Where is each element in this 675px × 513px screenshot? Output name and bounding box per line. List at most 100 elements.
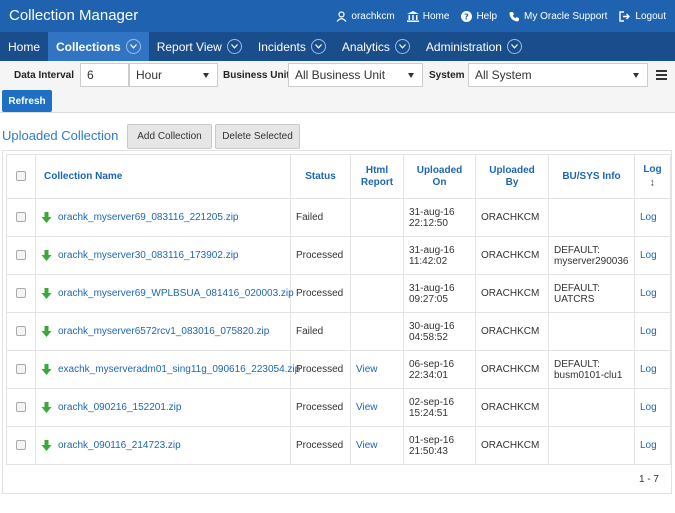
download-arrow-icon[interactable] bbox=[41, 401, 52, 414]
log-link[interactable]: Log bbox=[640, 288, 657, 299]
chevron-down-icon[interactable] bbox=[506, 39, 522, 54]
interval-unit-select[interactable]: Hour bbox=[129, 63, 218, 87]
uploaded-date: 30-aug-16 bbox=[409, 320, 455, 332]
col-header-uploaded-by[interactable]: Uploaded By bbox=[475, 154, 549, 199]
download-arrow-icon[interactable] bbox=[41, 325, 52, 338]
view-report-link[interactable]: View bbox=[356, 364, 378, 375]
chevron-down-icon[interactable] bbox=[125, 39, 141, 54]
system-select[interactable]: All System bbox=[468, 63, 648, 87]
log-link[interactable]: Log bbox=[640, 326, 657, 337]
row-checkbox[interactable] bbox=[16, 364, 26, 375]
info-line1: DEFAULT: bbox=[554, 358, 600, 370]
download-arrow-icon[interactable] bbox=[41, 363, 52, 376]
col-header-status[interactable]: Status bbox=[290, 154, 351, 199]
row-select-cell bbox=[6, 312, 36, 351]
refresh-button[interactable]: Refresh bbox=[2, 90, 52, 112]
uploaded-on-cell: 02-sep-16 15:24:51 bbox=[403, 388, 476, 427]
col-header-status-label: Status bbox=[305, 170, 336, 182]
log-link[interactable]: Log bbox=[640, 364, 657, 375]
collection-name-link[interactable]: orachk_myserver69_083116_221205.zip bbox=[58, 212, 239, 223]
row-checkbox[interactable] bbox=[16, 212, 26, 223]
download-arrow-icon[interactable] bbox=[41, 211, 52, 224]
row-checkbox[interactable] bbox=[16, 326, 26, 337]
nav-incidents[interactable]: Incidents bbox=[250, 32, 334, 61]
row-checkbox[interactable] bbox=[16, 440, 26, 451]
col-header-html-report[interactable]: Html Report bbox=[350, 154, 404, 199]
table-header-row: Collection Name Status Html Report Upload… bbox=[6, 154, 671, 199]
home-link[interactable]: Home bbox=[406, 10, 450, 22]
user-menu[interactable]: orachkcm bbox=[336, 11, 395, 22]
uploaded-by-cell: ORACHKCM bbox=[475, 388, 549, 427]
view-report-link[interactable]: View bbox=[356, 402, 378, 413]
col-header-uploaded-on[interactable]: Uploaded On bbox=[403, 154, 476, 199]
log-link[interactable]: Log bbox=[640, 212, 657, 223]
row-checkbox[interactable] bbox=[16, 402, 26, 413]
add-collection-button[interactable]: Add Collection bbox=[127, 124, 212, 149]
col-header-info[interactable]: BU/SYS Info bbox=[548, 154, 635, 199]
log-cell: Log bbox=[634, 350, 671, 389]
table-row: orachk_myserver69_083116_221205.zip Fail… bbox=[6, 198, 671, 237]
logout-link[interactable]: Logout bbox=[619, 11, 666, 22]
collection-name-link[interactable]: orachk_myserver69_WPLBSUA_081416_020003.… bbox=[58, 288, 294, 299]
hamburger-menu-icon[interactable] bbox=[648, 63, 675, 87]
collection-name-link[interactable]: orachk_090116_214723.zip bbox=[58, 440, 181, 451]
row-select-cell bbox=[6, 350, 36, 389]
row-select-cell bbox=[6, 236, 36, 275]
log-cell: Log bbox=[634, 236, 671, 275]
download-arrow-icon[interactable] bbox=[41, 287, 52, 300]
table-row: exachk_myserveradm01_sing11g_090616_2230… bbox=[6, 350, 671, 389]
log-link[interactable]: Log bbox=[640, 250, 657, 261]
nav-report-view[interactable]: Report View bbox=[149, 32, 250, 61]
row-select-cell bbox=[6, 426, 36, 465]
info-line2: busm0101-clu1 bbox=[554, 369, 623, 381]
nav-administration[interactable]: Administration bbox=[418, 32, 530, 61]
chevron-down-icon[interactable] bbox=[226, 39, 242, 54]
col-header-name[interactable]: Collection Name bbox=[35, 154, 291, 199]
delete-selected-button[interactable]: Delete Selected bbox=[215, 124, 300, 149]
nav-collections[interactable]: Collections bbox=[48, 32, 149, 61]
collection-name-link[interactable]: exachk_myserveradm01_sing11g_090616_2230… bbox=[58, 364, 300, 375]
uploaded-date: 02-sep-16 bbox=[409, 396, 455, 408]
uploaded-by-cell: ORACHKCM bbox=[475, 198, 549, 237]
col-header-info-label: BU/SYS Info bbox=[562, 170, 621, 182]
help-link[interactable]: ? Help bbox=[461, 10, 497, 22]
log-link[interactable]: Log bbox=[640, 440, 657, 451]
row-select-cell bbox=[6, 198, 36, 237]
log-cell: Log bbox=[634, 198, 671, 237]
interval-value-input[interactable]: 6 bbox=[80, 63, 129, 87]
uploaded-time: 21:50:43 bbox=[409, 445, 448, 457]
uploaded-on-cell: 31-aug-16 09:27:05 bbox=[403, 274, 476, 313]
bank-icon bbox=[406, 10, 419, 22]
log-cell: Log bbox=[634, 312, 671, 351]
caret-down-icon bbox=[408, 73, 414, 78]
info-line2: UATCRS bbox=[554, 293, 595, 305]
support-link[interactable]: My Oracle Support bbox=[509, 11, 607, 22]
row-checkbox[interactable] bbox=[16, 288, 26, 299]
uploaded-date: 01-sep-16 bbox=[409, 434, 455, 446]
download-arrow-icon[interactable] bbox=[41, 249, 52, 262]
support-link-label: My Oracle Support bbox=[524, 10, 608, 22]
collection-name-cell: orachk_myserver69_WPLBSUA_081416_020003.… bbox=[35, 274, 294, 313]
business-unit-select[interactable]: All Business Unit bbox=[288, 63, 423, 87]
download-arrow-icon[interactable] bbox=[41, 439, 52, 452]
col-header-log-label: Log bbox=[643, 164, 662, 175]
sort-icon[interactable]: ↨ bbox=[650, 177, 655, 187]
uploaded-on-cell: 31-aug-16 22:12:50 bbox=[403, 198, 476, 237]
report-cell: View bbox=[350, 350, 404, 389]
chevron-down-icon[interactable] bbox=[394, 39, 410, 54]
collection-name-link[interactable]: orachk_090216_152201.zip bbox=[58, 402, 181, 413]
nav-home-label: Home bbox=[8, 39, 41, 54]
status-cell: Processed bbox=[290, 350, 351, 389]
view-report-link[interactable]: View bbox=[356, 440, 378, 451]
select-all-checkbox[interactable] bbox=[16, 170, 26, 181]
nav-analytics[interactable]: Analytics bbox=[334, 32, 418, 61]
col-header-log[interactable]: Log ↨ bbox=[634, 154, 671, 199]
log-link[interactable]: Log bbox=[640, 402, 657, 413]
nav-home[interactable]: Home bbox=[0, 32, 48, 61]
collection-name-cell: orachk_myserver6572rcv1_083016_075820.zi… bbox=[35, 312, 291, 351]
collection-name-link[interactable]: orachk_myserver30_083116_173902.zip bbox=[58, 250, 239, 261]
collection-name-link[interactable]: orachk_myserver6572rcv1_083016_075820.zi… bbox=[58, 326, 269, 337]
home-link-label: Home bbox=[422, 10, 450, 22]
chevron-down-icon[interactable] bbox=[310, 39, 326, 54]
row-checkbox[interactable] bbox=[16, 250, 26, 261]
